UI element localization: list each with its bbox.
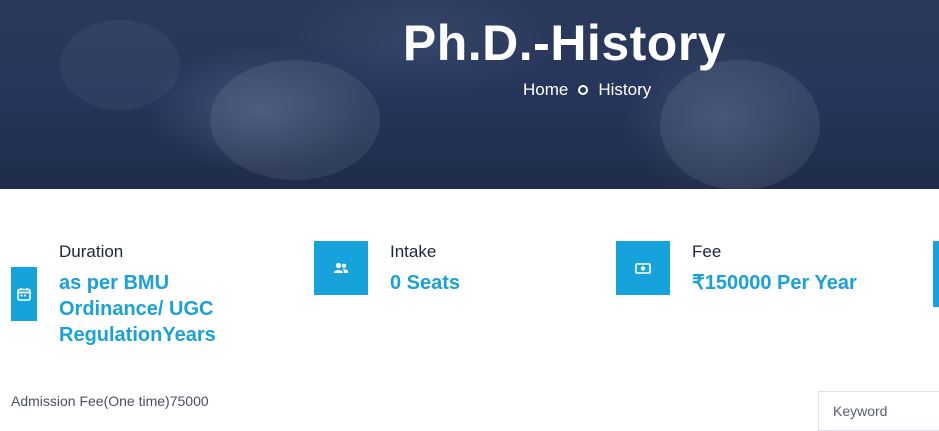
calendar-icon [17,288,31,301]
users-icon-box [314,241,368,295]
fee-label: Fee [692,242,722,261]
intake-label: Intake [390,242,437,261]
page-hero: Ph.D.-History Home History [0,0,939,189]
breadcrumb-current: History [598,80,652,99]
breadcrumb-home-link[interactable]: Home [523,80,568,100]
page-title: Ph.D.-History [402,15,727,71]
intake-value: 0 Seats [390,272,461,294]
duration-label: Duration [59,242,124,261]
money-icon-box [616,241,670,295]
money-icon [635,262,651,274]
users-icon [333,262,349,273]
next-info-icon-box [933,241,939,307]
breadcrumb: Home History [523,80,651,100]
calendar-icon-box [11,267,37,321]
keyword-search-input[interactable] [818,391,939,431]
hero-background-shape [210,60,380,180]
admission-fee-text: Admission Fee(One time)75000 [11,393,209,409]
hero-background-shape [660,60,820,189]
breadcrumb-separator-icon [578,85,589,95]
fee-value: ₹150000 Per Year [692,272,857,294]
duration-value: as per BMU Ordinance/ UGC RegulationYear… [59,272,216,346]
